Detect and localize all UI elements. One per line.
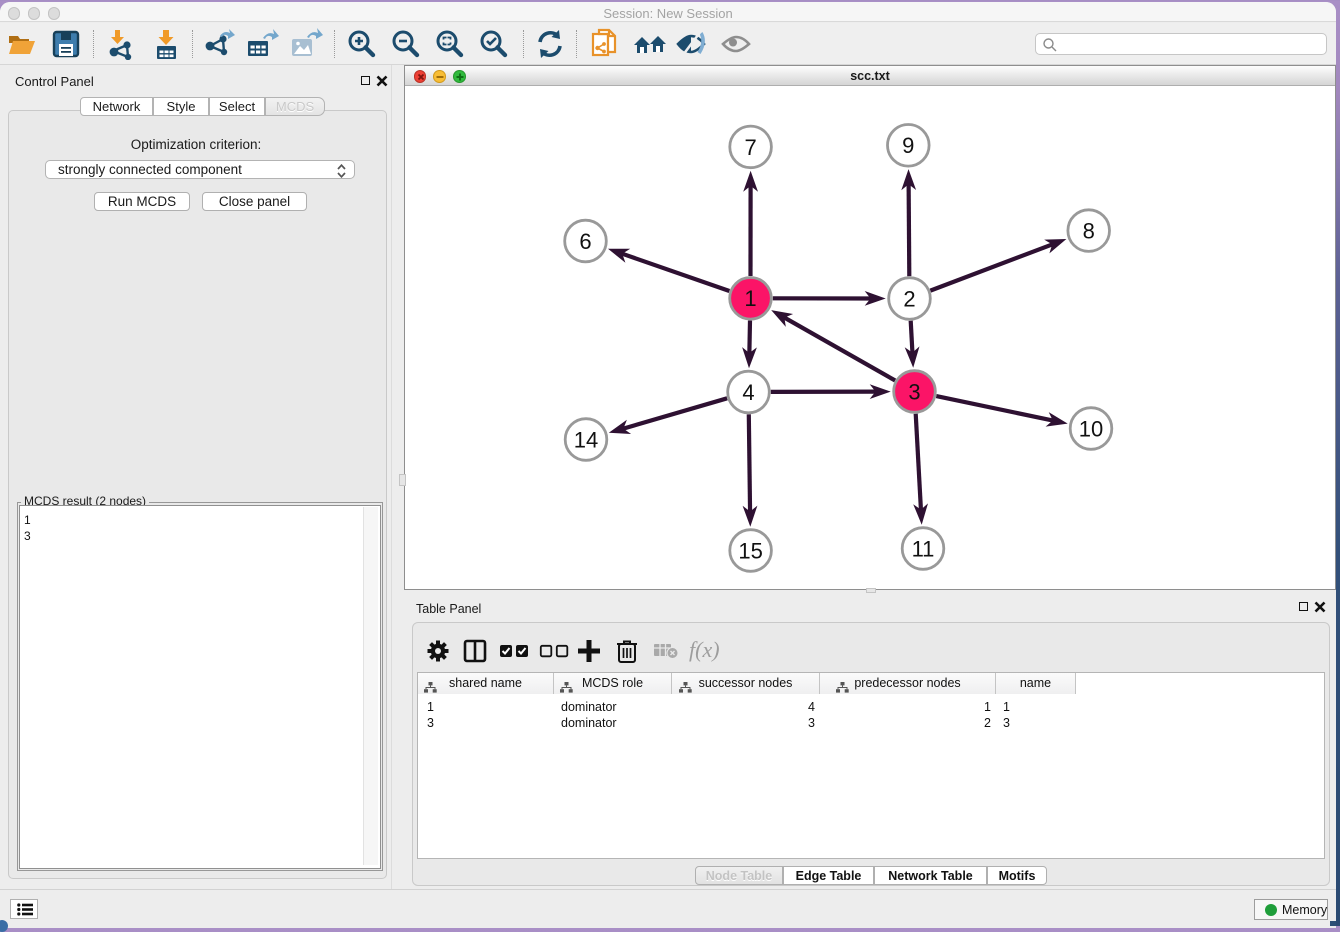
svg-text:6: 6	[579, 229, 591, 254]
svg-text:9: 9	[902, 133, 914, 158]
svg-text:7: 7	[744, 135, 756, 160]
svg-text:2: 2	[903, 286, 915, 311]
svg-text:15: 15	[738, 538, 762, 563]
svg-text:3: 3	[908, 379, 920, 404]
svg-text:4: 4	[742, 380, 754, 405]
svg-text:8: 8	[1083, 219, 1095, 244]
svg-text:11: 11	[912, 536, 935, 561]
svg-text:14: 14	[574, 427, 598, 452]
svg-text:1: 1	[744, 286, 756, 311]
svg-text:10: 10	[1079, 416, 1103, 441]
